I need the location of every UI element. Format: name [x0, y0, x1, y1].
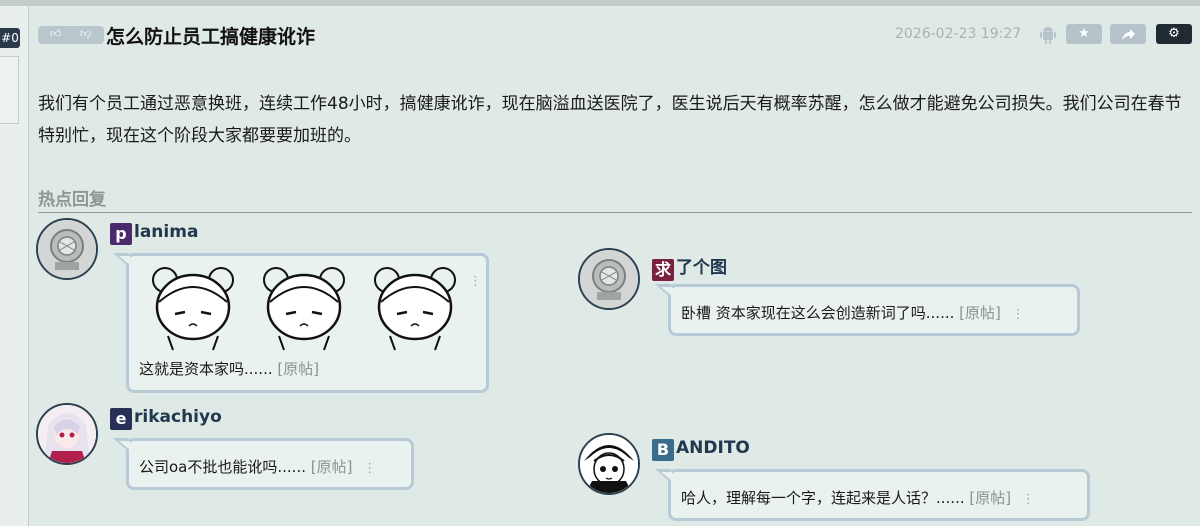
avatar[interactable]	[578, 248, 640, 310]
reply-text: 公司oa不批也能讹吗......	[139, 458, 306, 476]
share-button[interactable]	[1110, 24, 1146, 44]
username-initial: B	[652, 439, 674, 461]
more-options-icon[interactable]: ⋮	[363, 461, 376, 476]
more-options-icon[interactable]: ⋮	[1022, 492, 1035, 507]
side-box	[0, 56, 19, 124]
original-post-link[interactable]: [原帖]	[277, 360, 319, 378]
username-rest: ANDITO	[676, 438, 750, 458]
reply-bubble: 哈人，理解每一个字，连起来是人话？...... [原帖] ⋮	[655, 469, 1090, 521]
chibi-sticker-icon	[374, 267, 457, 351]
floor-column: #0	[0, 6, 29, 526]
anime-avatar-icon	[38, 405, 96, 463]
reply-username[interactable]: p lanima	[110, 222, 198, 245]
username-initial: e	[110, 408, 132, 430]
chibi-sticker-icon	[263, 267, 346, 351]
reply-username[interactable]: 求了个图	[652, 253, 727, 281]
share-icon	[1122, 29, 1135, 40]
settings-button[interactable]: ⚙	[1156, 24, 1192, 44]
hot-replies-divider	[38, 212, 1192, 213]
hot-replies-heading: 热点回复	[38, 190, 106, 210]
username-rest: lanima	[134, 222, 199, 242]
favorite-button[interactable]: ★	[1066, 24, 1102, 44]
username-rest: rikachiyo	[134, 407, 222, 427]
post-body: 我们有个员工通过恶意换班，连续工作48小时，搞健康讹诈，现在脑溢血送医院了，医生…	[38, 94, 1182, 146]
avatar[interactable]	[578, 433, 640, 495]
thumbs-down-icon[interactable]: 👎︎	[80, 27, 91, 40]
username-initial: 求	[652, 259, 674, 281]
reply-text: 这就是资本家吗......	[139, 360, 273, 378]
post-title: 怎么防止员工搞健康讹诈	[106, 26, 316, 48]
username-rest: 了个图	[676, 258, 727, 278]
avatar[interactable]	[36, 218, 98, 280]
reply-text-row: 哈人，理解每一个字，连起来是人话？...... [原帖] ⋮	[681, 487, 1035, 508]
original-post-link[interactable]: [原帖]	[959, 304, 1001, 322]
original-post-link[interactable]: [原帖]	[969, 489, 1011, 507]
more-options-icon[interactable]: ⋮	[469, 274, 482, 289]
reply-text-row: 公司oa不批也能讹吗...... [原帖] ⋮	[139, 456, 376, 477]
reply-bubble: ⋮ 这就是资本家吗...... [原帖]	[113, 253, 489, 393]
original-post-link[interactable]: [原帖]	[311, 458, 353, 476]
star-icon: ★	[1078, 26, 1090, 41]
reply-username[interactable]: B ANDITO	[652, 438, 750, 461]
reply-bubble: 卧槽 资本家现在这么会创造新词了吗...... [原帖] ⋮	[655, 284, 1080, 336]
android-icon	[1040, 27, 1056, 44]
post-timestamp: 2026-02-23 19:27	[895, 26, 1022, 42]
manga-avatar-icon	[580, 435, 638, 493]
username-initial: p	[110, 223, 132, 245]
default-avatar-icon	[38, 220, 96, 278]
more-options-icon[interactable]: ⋮	[1012, 307, 1025, 322]
reply-username[interactable]: e rikachiyo	[110, 407, 222, 430]
gear-icon: ⚙	[1168, 26, 1180, 41]
thumbs-up-icon[interactable]: 👍︎	[50, 27, 62, 40]
reply-text: 卧槽 资本家现在这么会创造新词了吗......	[681, 304, 955, 322]
sticker-image	[143, 262, 471, 356]
default-avatar-icon	[580, 250, 638, 308]
vote-box: 👍︎ 👎︎	[38, 26, 104, 44]
avatar[interactable]	[36, 403, 98, 465]
reply-text-row: 卧槽 资本家现在这么会创造新词了吗...... [原帖] ⋮	[681, 302, 1025, 323]
chibi-sticker-icon	[152, 267, 234, 351]
reply-bubble: 公司oa不批也能讹吗...... [原帖] ⋮	[113, 438, 414, 490]
floor-badge: #0	[0, 28, 20, 48]
reply-text-row: 这就是资本家吗...... [原帖]	[139, 358, 319, 379]
reply-text: 哈人，理解每一个字，连起来是人话？......	[681, 489, 965, 507]
top-border	[0, 0, 1200, 6]
